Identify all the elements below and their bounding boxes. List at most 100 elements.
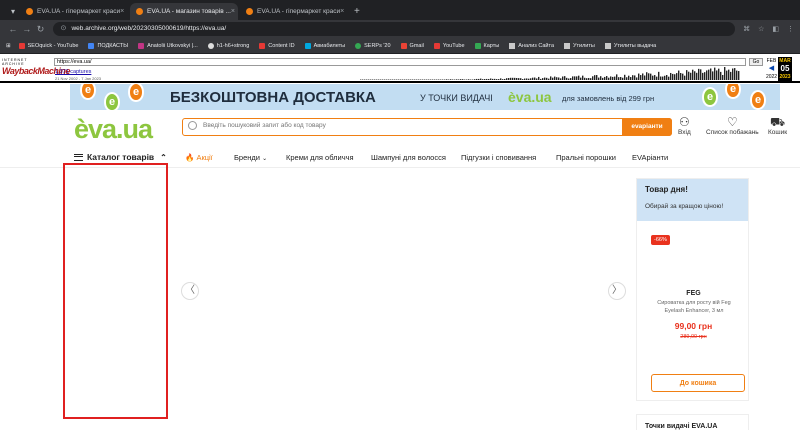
- wayback-url-input[interactable]: https://eva.ua/: [54, 58, 746, 66]
- banner-tail: для замовлень від 299 грн: [562, 94, 655, 103]
- egg-decoration-icon: e: [725, 84, 741, 99]
- menu-icon[interactable]: ⋮: [787, 25, 794, 33]
- deal-subtitle: Обирай за кращою ціною!: [645, 203, 724, 210]
- chevron-down-icon: ⌄: [262, 156, 268, 162]
- nav-link-detergents[interactable]: Пральні порошки: [556, 153, 616, 162]
- promo-banner[interactable]: e e e БЕЗКОШТОВНА ДОСТАВКА У ТОЧКИ ВИДАЧ…: [70, 84, 780, 110]
- translate-icon[interactable]: ⌘: [743, 25, 750, 33]
- search-bar: evaріанти: [182, 118, 672, 136]
- reload-icon[interactable]: ↻: [34, 24, 48, 35]
- new-tab-icon[interactable]: +: [354, 3, 360, 20]
- bookmark-folder[interactable]: Утилиты выдача: [604, 42, 656, 49]
- wayback-logo[interactable]: INTERNET ARCHIVE WaybackMachine: [2, 58, 70, 80]
- nav-link-diapers[interactable]: Підгузки і сповивання: [461, 153, 536, 162]
- search-button[interactable]: evaріанти: [622, 118, 672, 136]
- bookmark-item[interactable]: Авиабилеты: [304, 42, 345, 49]
- apps-icon[interactable]: ⊞: [6, 43, 11, 49]
- pickup-points-card: Точки видачі EVA.UA: [636, 414, 749, 430]
- chevron-up-icon: ⌃: [160, 152, 167, 162]
- bookmark-folder[interactable]: Анализ Сайта: [509, 42, 554, 49]
- browser-tab-1[interactable]: EVA.UA - гіпермаркет краси ×: [20, 3, 128, 20]
- product-old-price: 289,00 грн: [680, 334, 707, 340]
- bookmark-item[interactable]: ПОДКАСТЫ: [88, 42, 128, 49]
- browser-tab-2[interactable]: EVA.UA - магазин товарів ... ×: [130, 3, 238, 20]
- bookmark-folder[interactable]: Утилиты: [564, 42, 595, 49]
- search-input[interactable]: [203, 122, 603, 129]
- instagram-icon: [138, 42, 145, 49]
- login-button[interactable]: ⚇ Вхід: [678, 115, 691, 137]
- nav-link-evariants[interactable]: EVAріанти: [632, 153, 668, 162]
- heart-icon: ♡: [726, 115, 738, 129]
- bookmark-item[interactable]: Content ID: [259, 42, 295, 49]
- back-icon[interactable]: ←: [6, 24, 20, 34]
- extensions-icon[interactable]: ◧: [772, 25, 779, 33]
- current-year: 2023: [779, 74, 791, 80]
- product-brand[interactable]: FEG: [637, 290, 750, 297]
- nav-link-sales[interactable]: 🔥 Акції: [185, 153, 213, 162]
- url-text: web.archive.org/web/20230305000619/https…: [71, 25, 227, 32]
- chevron-right-icon: 〉: [612, 285, 622, 296]
- highlight-frame: [63, 163, 168, 419]
- prev-month[interactable]: FEB: [765, 57, 778, 65]
- bookmarks-bar: ⊞ SEOquick - YouTube ПОДКАСТЫ Anatolii U…: [0, 38, 800, 54]
- bookmark-item[interactable]: Gmail: [400, 42, 424, 49]
- captures-sparkline[interactable]: [360, 66, 740, 80]
- close-tab-icon[interactable]: ×: [340, 8, 344, 15]
- maps-icon: [474, 42, 481, 49]
- chevron-left-icon: 〈: [185, 285, 195, 296]
- tab-title: EVA.UA - гіпермаркет краси: [257, 8, 341, 15]
- product-name[interactable]: Сироватка для росту вій Feg Eyelash Enha…: [655, 299, 733, 315]
- add-to-cart-button[interactable]: До кошика: [651, 374, 745, 392]
- wishlist-button[interactable]: ♡ Список побажань: [706, 115, 759, 137]
- close-tab-icon[interactable]: ×: [120, 8, 124, 15]
- captures-link[interactable]: 1,371 captures: [55, 69, 91, 75]
- folder-icon: [604, 42, 611, 49]
- banner-sub: У ТОЧКИ ВИДАЧІ: [420, 93, 493, 103]
- eva-favicon-icon: [26, 8, 33, 15]
- user-icon: ⚇: [678, 115, 690, 129]
- product-price: 99,00 грн: [674, 321, 713, 331]
- bookmark-item[interactable]: h1-h6+strong: [207, 42, 249, 49]
- carousel-next-button[interactable]: 〉: [608, 282, 626, 300]
- tab-title: EVA.UA - гіпермаркет краси: [37, 8, 121, 15]
- egg-decoration-icon: e: [750, 90, 766, 110]
- egg-decoration-icon: e: [80, 84, 96, 100]
- chart-icon: [355, 42, 362, 49]
- pickup-points-title: Точки видачі EVA.UA: [645, 423, 718, 430]
- nav-link-face-creams[interactable]: Креми для обличчя: [286, 153, 354, 162]
- prev-capture-icon[interactable]: ◀: [765, 65, 778, 73]
- tab-search-icon[interactable]: ▾: [6, 3, 20, 20]
- bookmark-star-icon[interactable]: ☆: [758, 25, 764, 33]
- egg-decoration-icon: e: [128, 84, 144, 102]
- close-tab-icon[interactable]: ×: [231, 8, 235, 15]
- nav-link-brands[interactable]: Бренди ⌄: [234, 153, 267, 162]
- bookmark-item[interactable]: SEOquick - YouTube: [18, 42, 78, 49]
- cart-button[interactable]: ⛟ Кошик: [768, 115, 787, 137]
- bookmark-item[interactable]: SERPs '20: [355, 42, 391, 49]
- bookmark-item[interactable]: Карты: [474, 42, 499, 49]
- youtube-icon: [433, 42, 440, 49]
- current-day: 05: [780, 64, 790, 73]
- wayback-calendar: FEB ◀ 2022 MAR 05 2023: [765, 57, 799, 81]
- carousel-prev-button[interactable]: 〈: [181, 282, 199, 300]
- tab-title: EVA.UA - магазин товарів ...: [147, 8, 231, 15]
- lock-icon[interactable]: ⊙: [60, 22, 66, 36]
- catalog-button[interactable]: Каталог товарів ⌃: [74, 152, 167, 162]
- site-logo[interactable]: èva.ua: [74, 115, 153, 143]
- eva-favicon-icon: [246, 8, 253, 15]
- url-input[interactable]: ⊙ web.archive.org/web/20230305000619/htt…: [53, 22, 736, 36]
- wayback-go-button[interactable]: Go: [749, 58, 763, 66]
- browser-tab-3[interactable]: EVA.UA - гіпермаркет краси ×: [240, 3, 348, 20]
- cart-icon: ⛟: [769, 115, 786, 129]
- drive-icon: [88, 42, 95, 49]
- bookmark-item[interactable]: YouTube: [433, 42, 465, 49]
- forward-icon[interactable]: →: [20, 24, 34, 34]
- bookmark-item[interactable]: Anatolii Utkovskyi |...: [138, 42, 198, 49]
- folder-icon: [564, 42, 571, 49]
- gmail-icon: [400, 42, 407, 49]
- youtube-icon: [259, 42, 266, 49]
- prev-year[interactable]: 2022: [765, 73, 778, 81]
- nav-link-shampoos[interactable]: Шампуні для волосся: [371, 153, 446, 162]
- wayback-toolbar: INTERNET ARCHIVE WaybackMachine https://…: [0, 55, 800, 83]
- deal-header: Товар дня! Обирай за кращою ціною!: [637, 179, 748, 221]
